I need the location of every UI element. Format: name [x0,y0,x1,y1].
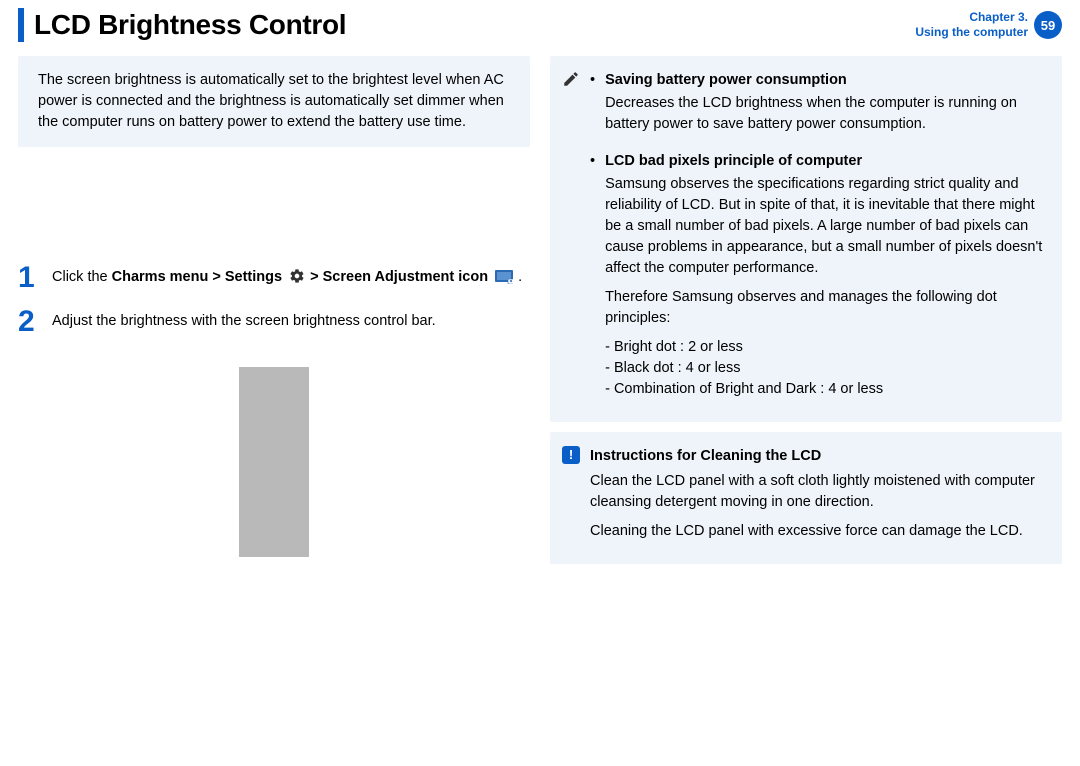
cleaning-body: Clean the LCD panel with a soft cloth li… [590,471,1044,542]
chapter-info: Chapter 3. Using the computer [915,10,1028,40]
bullet-item: LCD bad pixels principle of computer Sam… [590,151,1044,400]
step-number: 2 [18,307,42,337]
bullet-text: Samsung observes the specifications rega… [605,174,1044,279]
dash-item: Bright dot : 2 or less [605,337,1044,358]
page-number-badge: 59 [1034,11,1062,39]
chapter-line1: Chapter 3. [915,10,1028,25]
notes-box-2: ! Instructions for Cleaning the LCD Clea… [550,432,1062,564]
page-header: LCD Brightness Control Chapter 3. Using … [18,8,1062,42]
page-title: LCD Brightness Control [34,9,346,41]
exclamation-icon: ! [562,446,580,464]
step1-part-a: Click the [52,269,112,285]
right-column: Saving battery power consumption Decreas… [550,56,1062,574]
cleaning-p2: Cleaning the LCD panel with excessive fo… [590,521,1044,542]
bullet-title: LCD bad pixels principle of computer [605,153,862,169]
dash-item: Black dot : 4 or less [605,358,1044,379]
gear-icon [289,268,305,284]
bullet-text: Therefore Samsung observes and manages t… [605,287,1044,329]
bullet-title: Saving battery power consumption [605,72,847,88]
intro-note-text: The screen brightness is automatically s… [38,72,504,130]
step-body: Click the Charms menu > Settings > Scree… [52,267,522,293]
header-right: Chapter 3. Using the computer 59 [915,10,1062,40]
step-item: 1 Click the Charms menu > Settings > Scr… [18,267,530,293]
step1-part-c: > [306,269,323,285]
cleaning-heading: Instructions for Cleaning the LCD [590,446,1044,467]
pencil-icon [562,70,580,88]
left-column: The screen brightness is automatically s… [18,56,530,574]
step1-part-e: . [514,269,522,285]
chapter-line2: Using the computer [915,25,1028,40]
content-columns: The screen brightness is automatically s… [18,56,1062,574]
bullet-body: LCD bad pixels principle of computer Sam… [605,151,1044,400]
brightness-bar-illustration [239,367,309,557]
step-number: 1 [18,263,42,293]
step-body: Adjust the brightness with the screen br… [52,311,436,337]
cleaning-p1: Clean the LCD panel with a soft cloth li… [590,471,1044,513]
step1-part-d: Screen Adjustment icon [323,269,488,285]
step-item: 2 Adjust the brightness with the screen … [18,311,530,337]
step1-part-b: Charms menu > Settings [112,269,282,285]
steps-list: 1 Click the Charms menu > Settings > Scr… [18,267,530,557]
bullet-body: Saving battery power consumption Decreas… [605,70,1044,143]
intro-note-box: The screen brightness is automatically s… [18,56,530,147]
page-title-wrap: LCD Brightness Control [18,8,346,42]
title-accent-bar [18,8,24,42]
screen-adjustment-icon [495,270,513,284]
bullet-text: Decreases the LCD brightness when the co… [605,93,1044,135]
dash-item: Combination of Bright and Dark : 4 or le… [605,379,1044,400]
dash-list: Bright dot : 2 or less Black dot : 4 or … [605,337,1044,400]
notes-box-1: Saving battery power consumption Decreas… [550,56,1062,422]
bullet-item: Saving battery power consumption Decreas… [590,70,1044,143]
